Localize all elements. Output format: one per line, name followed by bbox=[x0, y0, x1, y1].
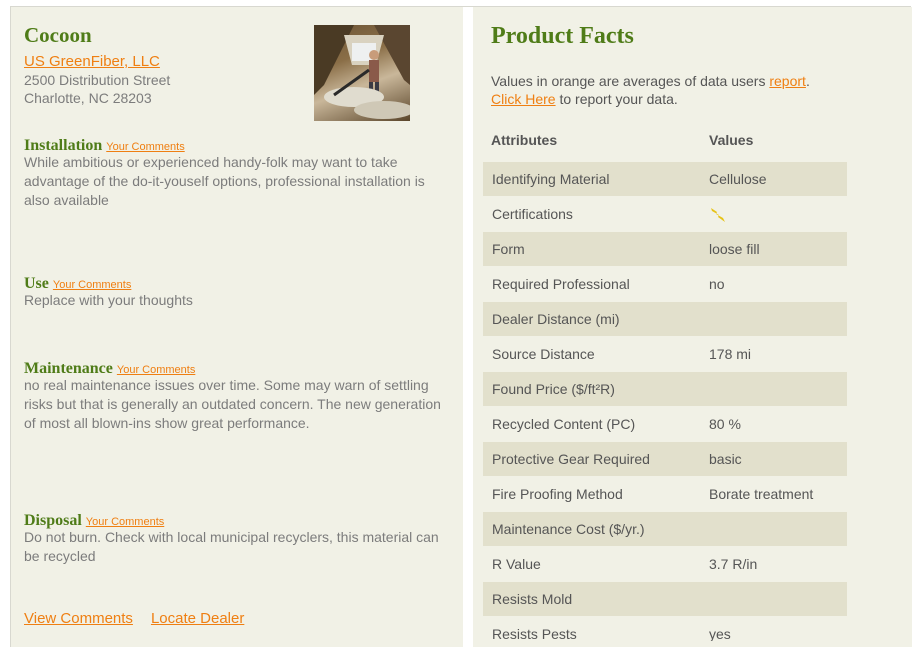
report-link[interactable]: report bbox=[769, 73, 806, 89]
installation-comments-link[interactable]: Your Comments bbox=[106, 141, 184, 153]
product-facts-title: Product Facts bbox=[491, 23, 634, 49]
disposal-comments-link[interactable]: Your Comments bbox=[86, 516, 164, 528]
table-row: Fire Proofing Method Borate treatment bbox=[483, 477, 847, 511]
table-row: Resists Mold bbox=[483, 582, 847, 616]
row-attribute: Recycled Content (PC) bbox=[492, 416, 636, 432]
table-row: Required Professional no bbox=[483, 267, 847, 301]
address-line-2: Charlotte, NC 28203 bbox=[24, 90, 152, 106]
row-attribute: R Value bbox=[492, 556, 541, 572]
maintenance-comments-link[interactable]: Your Comments bbox=[117, 364, 195, 376]
row-attribute: Identifying Material bbox=[492, 171, 610, 187]
row-attribute: Resists Mold bbox=[492, 591, 573, 607]
table-row: Certifications bbox=[483, 197, 847, 231]
product-photo bbox=[314, 25, 410, 121]
locate-dealer-link[interactable]: Locate Dealer bbox=[151, 610, 244, 627]
facts-note: Values in orange are averages of data us… bbox=[491, 72, 912, 108]
row-value: 3.7 R/in bbox=[709, 556, 758, 572]
lightning-bolt-icon bbox=[709, 206, 727, 227]
values-column-header: Values bbox=[709, 132, 754, 148]
disposal-text: Do not burn. Check with local municipal … bbox=[24, 529, 439, 564]
table-row: R Value 3.7 R/in bbox=[483, 547, 847, 581]
row-attribute: Found Price ($/ft²R) bbox=[492, 381, 615, 397]
facts-note-suffix: to report your data. bbox=[555, 91, 678, 107]
facts-note-period: . bbox=[805, 73, 810, 89]
installation-text: While ambitious or experienced handy-fol… bbox=[24, 154, 425, 208]
view-comments-link[interactable]: View Comments bbox=[24, 610, 133, 627]
product-facts-panel: Product Facts Values in orange are avera… bbox=[473, 7, 912, 647]
column-divider bbox=[463, 7, 473, 647]
address-line-1: 2500 Distribution Street bbox=[24, 72, 171, 88]
row-attribute: Maintenance Cost ($/yr.) bbox=[492, 521, 645, 537]
company-link[interactable]: US GreenFiber, LLC bbox=[24, 53, 160, 70]
row-attribute: Required Professional bbox=[492, 276, 630, 292]
product-page: Cocoon US GreenFiber, LLC 2500 Distribut… bbox=[10, 6, 912, 647]
row-value: Cellulose bbox=[709, 171, 767, 187]
table-row: Maintenance Cost ($/yr.) bbox=[483, 512, 847, 546]
facts-note-prefix: Values in orange are averages of data us… bbox=[491, 73, 770, 89]
table-row: Protective Gear Required basic bbox=[483, 442, 847, 476]
row-attribute: Fire Proofing Method bbox=[492, 486, 623, 502]
product-details-panel: Cocoon US GreenFiber, LLC 2500 Distribut… bbox=[11, 7, 463, 647]
row-value: Borate treatment bbox=[709, 486, 814, 502]
use-comments-link[interactable]: Your Comments bbox=[53, 279, 131, 291]
row-value: loose fill bbox=[709, 241, 760, 257]
table-row: Source Distance 178 mi bbox=[483, 337, 847, 371]
disposal-title: Disposal bbox=[24, 512, 82, 529]
row-value: 178 mi bbox=[709, 346, 752, 362]
attributes-column-header: Attributes bbox=[491, 132, 558, 148]
table-row: Form loose fill bbox=[483, 232, 847, 266]
table-row: Resists Pests yes bbox=[483, 617, 847, 641]
row-attribute: Source Distance bbox=[492, 346, 595, 362]
use-text: Replace with your thoughts bbox=[24, 292, 193, 308]
click-here-link[interactable]: Click Here bbox=[491, 91, 556, 107]
table-row: Found Price ($/ft²R) bbox=[483, 372, 847, 406]
table-row: Identifying Material Cellulose bbox=[483, 162, 847, 196]
installation-title: Installation bbox=[24, 137, 103, 154]
row-attribute: Dealer Distance (mi) bbox=[492, 311, 620, 327]
row-value: no bbox=[709, 276, 725, 292]
row-value: basic bbox=[709, 451, 742, 467]
row-attribute: Certifications bbox=[492, 206, 573, 222]
maintenance-title: Maintenance bbox=[24, 360, 113, 377]
use-title: Use bbox=[24, 275, 49, 292]
row-value: yes bbox=[709, 626, 731, 641]
bottom-links: View Comments Locate Dealer bbox=[24, 610, 262, 627]
table-row: Dealer Distance (mi) bbox=[483, 302, 847, 336]
row-attribute: Protective Gear Required bbox=[492, 451, 650, 467]
row-attribute: Form bbox=[492, 241, 525, 257]
maintenance-text: no real maintenance issues over time. So… bbox=[24, 377, 441, 431]
product-name: Cocoon bbox=[24, 23, 92, 47]
row-attribute: Resists Pests bbox=[492, 626, 577, 641]
table-row: Recycled Content (PC) 80 % bbox=[483, 407, 847, 441]
row-value: 80 % bbox=[709, 416, 741, 432]
